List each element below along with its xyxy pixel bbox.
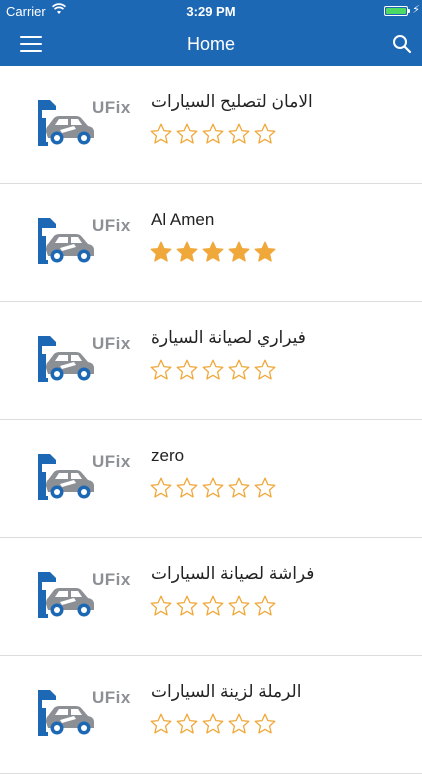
star-outline-icon — [227, 476, 251, 500]
shop-row[interactable]: UFix فيراري لصيانة السيارة — [0, 302, 422, 420]
star-filled-icon — [201, 240, 225, 264]
star-outline-icon — [227, 358, 251, 382]
star-outline-icon — [201, 358, 225, 382]
star-outline-icon — [149, 358, 173, 382]
charging-icon: ⚡ — [412, 4, 420, 16]
star-outline-icon — [175, 594, 199, 618]
star-filled-icon — [253, 240, 277, 264]
star-outline-icon — [253, 358, 277, 382]
rating-stars — [149, 358, 279, 388]
star-outline-icon — [227, 594, 251, 618]
star-filled-icon — [227, 240, 251, 264]
shop-list: UFix الامان لتصليح السيارات UFix Al Amen UFi… — [0, 66, 422, 774]
shop-row[interactable]: UFix فراشة لصيانة السيارات — [0, 538, 422, 656]
ufix-logo-icon: UFix — [36, 450, 132, 504]
search-icon[interactable] — [392, 34, 412, 54]
ufix-logo-icon: UFix — [36, 96, 132, 150]
star-outline-icon — [253, 594, 277, 618]
shop-name: الرملة لزينة السيارات — [151, 682, 302, 701]
star-outline-icon — [227, 712, 251, 736]
ufix-logo-icon: UFix — [36, 686, 132, 740]
star-outline-icon — [175, 712, 199, 736]
shop-name: فيراري لصيانة السيارة — [151, 328, 306, 347]
star-outline-icon — [149, 594, 173, 618]
logo-text: UFix — [92, 452, 131, 471]
star-outline-icon — [253, 712, 277, 736]
star-outline-icon — [149, 476, 173, 500]
battery-tip — [408, 9, 410, 13]
ufix-logo-icon: UFix — [36, 214, 132, 268]
star-outline-icon — [201, 476, 225, 500]
status-bar: Carrier 3:29 PM ⚡ — [0, 0, 422, 22]
star-outline-icon — [175, 122, 199, 146]
hamburger-menu-icon[interactable] — [20, 36, 42, 52]
logo-text: UFix — [92, 688, 131, 707]
shop-name: فراشة لصيانة السيارات — [151, 564, 315, 583]
logo-text: UFix — [92, 98, 131, 117]
star-outline-icon — [227, 122, 251, 146]
shop-row[interactable]: UFix الرملة لزينة السيارات — [0, 656, 422, 774]
app-header: Carrier 3:29 PM ⚡ Home — [0, 0, 422, 66]
shop-name: الامان لتصليح السيارات — [151, 92, 313, 111]
star-outline-icon — [175, 358, 199, 382]
star-filled-icon — [149, 240, 173, 264]
page-title: Home — [186, 34, 235, 54]
star-outline-icon — [201, 594, 225, 618]
shop-name: Al Amen — [151, 210, 215, 229]
navigation-bar: Home — [0, 22, 422, 66]
status-time: 3:29 PM — [186, 4, 236, 19]
rating-stars — [149, 122, 279, 152]
ufix-logo-icon: UFix — [36, 332, 132, 386]
rating-stars — [149, 476, 279, 506]
star-filled-icon — [175, 240, 199, 264]
star-outline-icon — [175, 476, 199, 500]
logo-text: UFix — [92, 334, 131, 353]
star-outline-icon — [201, 712, 225, 736]
star-outline-icon — [149, 712, 173, 736]
rating-stars — [149, 712, 279, 742]
ufix-logo-icon: UFix — [36, 568, 132, 622]
star-outline-icon — [201, 122, 225, 146]
logo-text: UFix — [92, 570, 131, 589]
battery-icon — [384, 6, 408, 16]
star-outline-icon — [149, 122, 173, 146]
star-outline-icon — [253, 476, 277, 500]
logo-text: UFix — [92, 216, 131, 235]
shop-row[interactable]: UFix الامان لتصليح السيارات — [0, 66, 422, 184]
shop-row[interactable]: UFix zero — [0, 420, 422, 538]
rating-stars — [149, 240, 279, 270]
shop-name: zero — [151, 446, 185, 465]
shop-row[interactable]: UFix Al Amen — [0, 184, 422, 302]
star-outline-icon — [253, 122, 277, 146]
rating-stars — [149, 594, 279, 624]
